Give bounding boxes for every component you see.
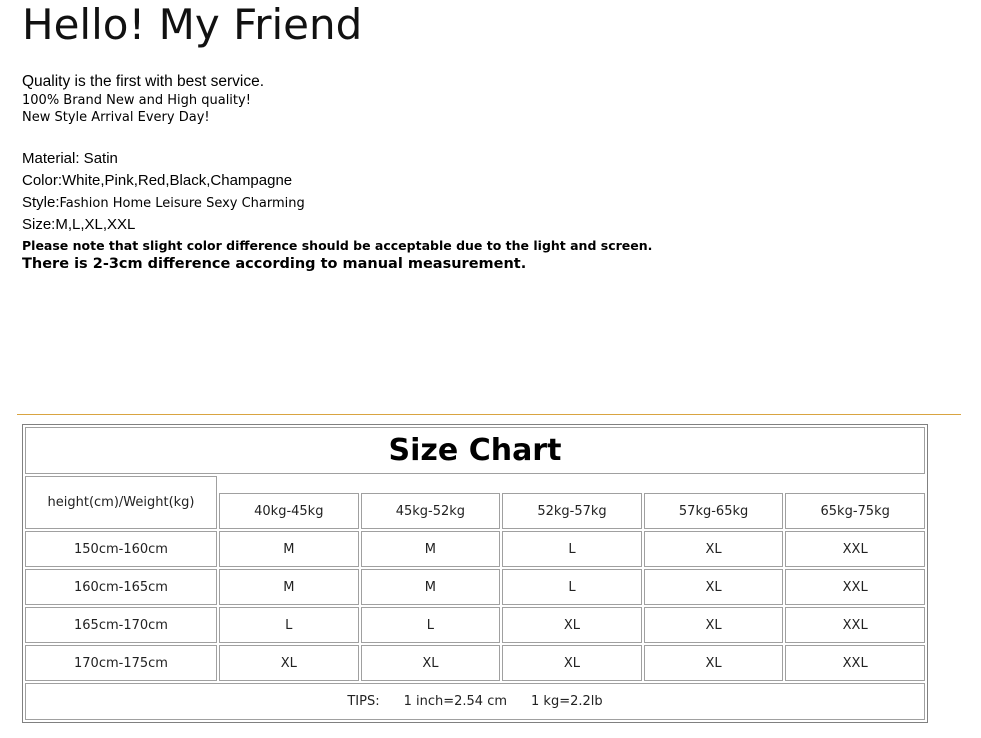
height-cell: 150cm-160cm bbox=[25, 531, 217, 568]
corner-header: height(cm)/Weight(kg) bbox=[25, 476, 217, 530]
size-cell: XL bbox=[219, 645, 359, 681]
table-row: 170cm-175cm XL XL XL XL XXL bbox=[25, 645, 925, 681]
tips-kg-conversion: 1 kg=2.2lb bbox=[531, 694, 603, 709]
height-cell: 165cm-170cm bbox=[25, 607, 217, 644]
size-cell: M bbox=[219, 569, 359, 606]
table-row: 150cm-160cm M M L XL XXL bbox=[25, 531, 925, 568]
weight-header: 57kg-65kg bbox=[643, 492, 784, 530]
size-cell: XXL bbox=[785, 569, 925, 606]
weight-header: 65kg-75kg bbox=[785, 492, 925, 530]
tips-row: TIPS: 1 inch=2.54 cm 1 kg=2.2lb bbox=[25, 683, 925, 720]
weight-header: 40kg-45kg bbox=[219, 492, 359, 530]
style-value: Fashion Home Leisure Sexy Charming bbox=[59, 196, 305, 211]
material-spec: Material: Satin bbox=[22, 150, 118, 167]
size-spec: Size:M,L,XL,XXL bbox=[22, 216, 136, 233]
size-cell: L bbox=[360, 607, 501, 644]
size-cell: M bbox=[219, 531, 359, 568]
tips-inch-conversion: 1 inch=2.54 cm bbox=[403, 694, 508, 709]
size-cell: XXL bbox=[785, 645, 925, 681]
size-cell: XXL bbox=[785, 607, 925, 644]
style-label: Style: bbox=[22, 194, 60, 211]
tips-label: TIPS: bbox=[347, 694, 380, 709]
size-cell: XL bbox=[502, 645, 642, 681]
size-cell: L bbox=[502, 569, 642, 606]
size-cell: XL bbox=[643, 569, 784, 606]
size-cell: XL bbox=[643, 645, 784, 681]
table-row: 165cm-170cm L L XL XL XXL bbox=[25, 607, 925, 644]
size-chart-title: Size Chart bbox=[25, 427, 925, 475]
color-spec: Color:White,Pink,Red,Black,Champagne bbox=[22, 172, 293, 189]
table-row: 160cm-165cm M M L XL XXL bbox=[25, 569, 925, 606]
measurement-note: There is 2-3cm difference according to m… bbox=[22, 256, 527, 272]
height-cell: 170cm-175cm bbox=[25, 645, 217, 681]
size-cell: XL bbox=[643, 531, 784, 568]
arrival-line: New Style Arrival Every Day! bbox=[22, 110, 210, 125]
color-difference-note: Please note that slight color difference… bbox=[22, 238, 653, 253]
size-cell: XL bbox=[643, 607, 784, 644]
brand-line: 100% Brand New and High quality! bbox=[22, 93, 251, 108]
weight-header: 52kg-57kg bbox=[502, 492, 642, 530]
size-cell: XXL bbox=[785, 531, 925, 568]
weight-header: 45kg-52kg bbox=[360, 492, 501, 530]
size-cell: M bbox=[360, 531, 501, 568]
size-chart-table: Size Chart height(cm)/Weight(kg) 40kg-45… bbox=[22, 424, 928, 723]
height-cell: 160cm-165cm bbox=[25, 569, 217, 606]
page-heading: Hello! My Friend bbox=[22, 0, 363, 49]
section-divider bbox=[17, 414, 961, 415]
size-cell: L bbox=[502, 531, 642, 568]
quality-line: Quality is the first with best service. bbox=[22, 73, 265, 90]
size-cell: XL bbox=[360, 645, 501, 681]
size-cell: L bbox=[219, 607, 359, 644]
size-cell: XL bbox=[502, 607, 642, 644]
size-cell: M bbox=[360, 569, 501, 606]
header-spacer bbox=[219, 476, 925, 491]
style-spec: Style:Fashion Home Leisure Sexy Charming bbox=[22, 194, 305, 211]
